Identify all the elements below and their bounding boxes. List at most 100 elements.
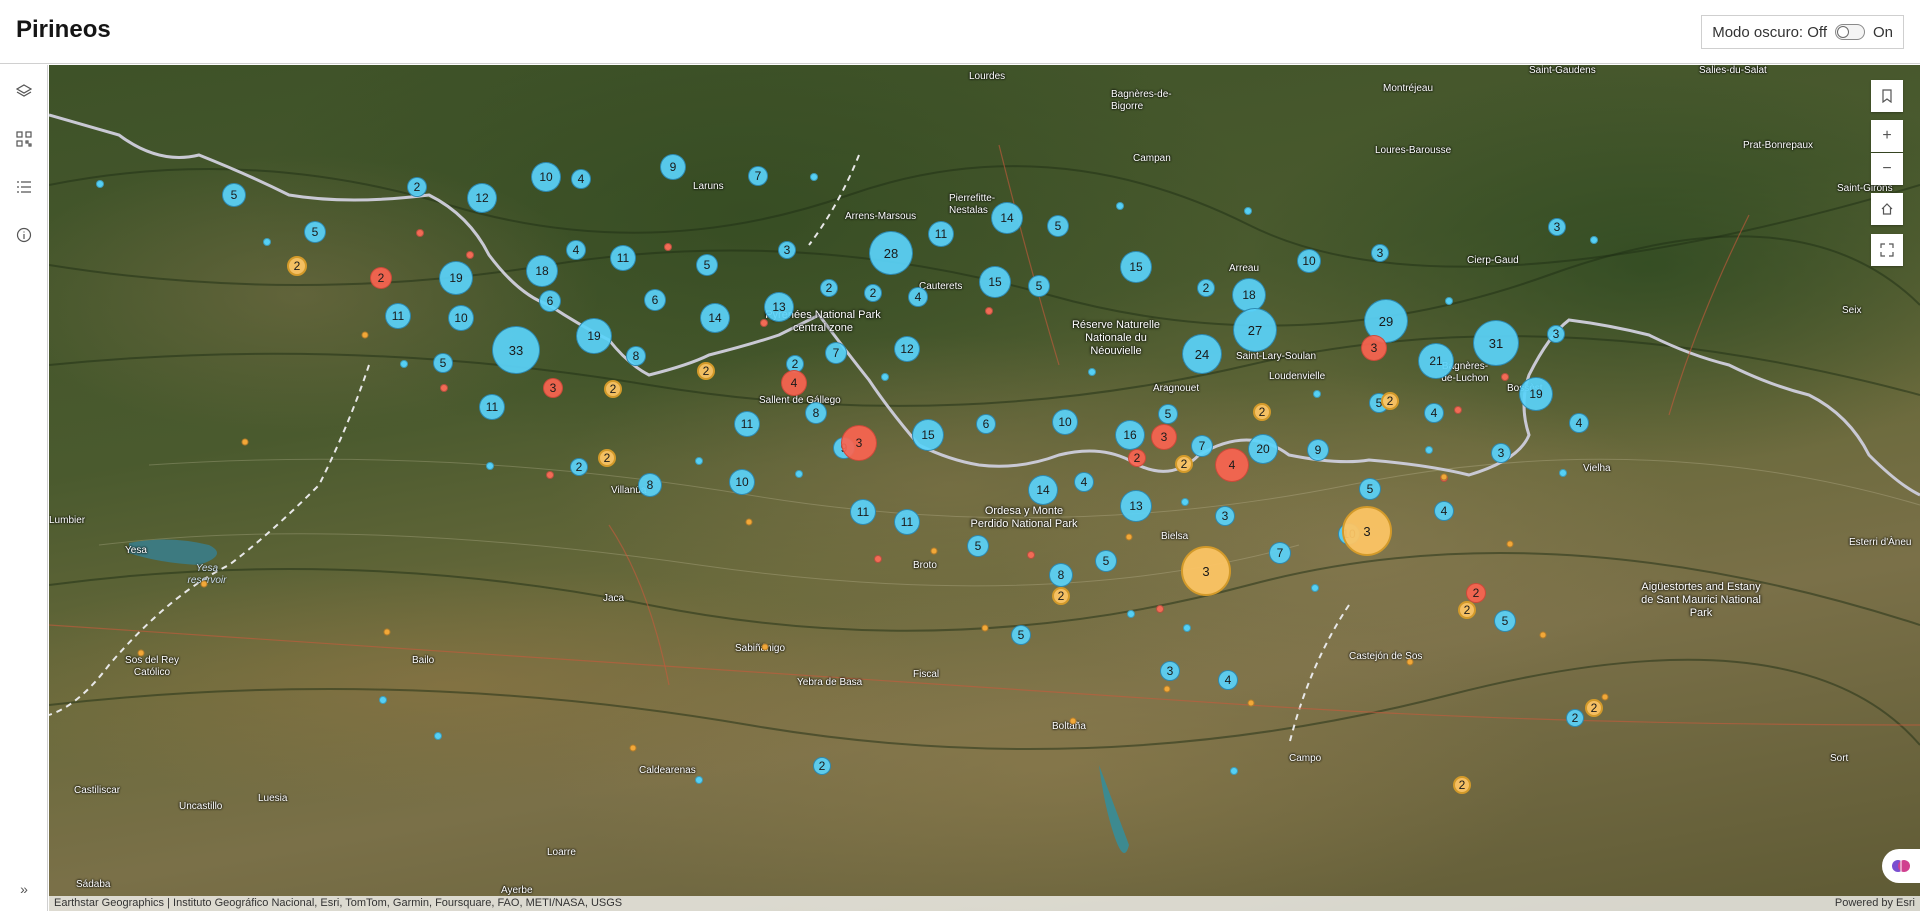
dark-mode-switch[interactable] [1834, 24, 1865, 40]
cluster-blue[interactable]: 4 [1424, 403, 1444, 423]
point-marker[interactable] [1440, 473, 1448, 481]
cluster-blue[interactable]: 14 [1028, 475, 1058, 505]
cluster-blue[interactable]: 5 [1028, 275, 1050, 297]
point-marker[interactable] [1181, 498, 1189, 506]
cluster-blue[interactable]: 5 [1158, 404, 1178, 424]
point-marker[interactable] [1183, 624, 1191, 632]
cluster-blue[interactable]: 3 [1215, 506, 1235, 526]
cluster-blue[interactable]: 2 [864, 284, 882, 302]
cluster-blue[interactable]: 10 [729, 469, 755, 495]
cluster-blue[interactable]: 10 [448, 305, 474, 331]
point-marker[interactable] [440, 384, 448, 392]
cluster-blue[interactable]: 5 [304, 221, 326, 243]
cluster-red[interactable]: 3 [1361, 335, 1387, 361]
cluster-blue[interactable]: 3 [1548, 218, 1566, 236]
point-marker[interactable] [400, 360, 408, 368]
cluster-blue[interactable]: 33 [492, 326, 540, 374]
point-marker[interactable] [1454, 406, 1462, 414]
point-marker[interactable] [416, 229, 424, 237]
cluster-blue[interactable]: 10 [1052, 409, 1078, 435]
point-marker[interactable] [1601, 693, 1609, 701]
cluster-blue[interactable]: 4 [1434, 501, 1454, 521]
point-marker[interactable] [760, 319, 768, 327]
point-marker[interactable] [1406, 658, 1414, 666]
cluster-blue[interactable]: 3 [778, 241, 796, 259]
point-marker[interactable] [745, 518, 753, 526]
cluster-red[interactable]: 2 [370, 267, 392, 289]
cluster-blue[interactable]: 12 [467, 183, 497, 213]
home-icon[interactable] [1871, 193, 1903, 225]
cluster-blue[interactable]: 11 [928, 221, 954, 247]
cluster-blue[interactable]: 4 [1074, 472, 1094, 492]
zoom-in-button[interactable]: + [1871, 120, 1903, 152]
cluster-blue[interactable]: 5 [1359, 478, 1381, 500]
point-marker[interactable] [1559, 469, 1567, 477]
cluster-red[interactable]: 4 [1215, 448, 1249, 482]
point-marker[interactable] [1590, 236, 1598, 244]
point-marker[interactable] [1163, 685, 1171, 693]
cluster-yellow[interactable]: 2 [1052, 587, 1070, 605]
cluster-blue[interactable]: 3 [1160, 661, 1180, 681]
cluster-blue[interactable]: 4 [566, 240, 586, 260]
cluster-blue[interactable]: 3 [1491, 443, 1511, 463]
cluster-red[interactable]: 2 [1466, 583, 1486, 603]
map-view[interactable]: Lourdes Bagnères-de-Bigorre Montréjeau S… [49, 65, 1920, 911]
cluster-blue[interactable]: 5 [1047, 215, 1069, 237]
point-marker[interactable] [1116, 202, 1124, 210]
cluster-blue[interactable]: 3 [1547, 325, 1565, 343]
point-marker[interactable] [1230, 767, 1238, 775]
list-icon[interactable] [8, 171, 40, 203]
point-marker[interactable] [874, 555, 882, 563]
cluster-blue[interactable]: 5 [967, 535, 989, 557]
cluster-blue[interactable]: 5 [1095, 550, 1117, 572]
cluster-blue[interactable]: 5 [433, 353, 453, 373]
cluster-blue[interactable]: 5 [1011, 625, 1031, 645]
point-marker[interactable] [981, 624, 989, 632]
point-marker[interactable] [1088, 368, 1096, 376]
cluster-blue[interactable]: 12 [894, 336, 920, 362]
point-marker[interactable] [695, 457, 703, 465]
cluster-blue[interactable]: 18 [526, 255, 558, 287]
point-marker[interactable] [664, 243, 672, 251]
point-marker[interactable] [985, 307, 993, 315]
cluster-blue[interactable]: 7 [1191, 435, 1213, 457]
cluster-yellow[interactable]: 2 [1585, 699, 1603, 717]
cluster-blue[interactable]: 4 [1569, 413, 1589, 433]
cluster-blue[interactable]: 9 [1307, 439, 1329, 461]
cluster-blue[interactable]: 31 [1473, 320, 1519, 366]
layers-icon[interactable] [8, 75, 40, 107]
cluster-blue[interactable]: 7 [748, 166, 768, 186]
point-marker[interactable] [761, 643, 769, 651]
point-marker[interactable] [486, 462, 494, 470]
point-marker[interactable] [1069, 717, 1077, 725]
cluster-yellow[interactable]: 2 [697, 362, 715, 380]
bookmark-icon[interactable] [1871, 80, 1903, 112]
cluster-blue[interactable]: 15 [979, 266, 1011, 298]
point-marker[interactable] [241, 438, 249, 446]
cluster-blue[interactable]: 2 [820, 279, 838, 297]
cluster-blue[interactable]: 14 [700, 303, 730, 333]
cluster-yellow[interactable]: 3 [1181, 546, 1231, 596]
cluster-blue[interactable]: 7 [825, 342, 847, 364]
cluster-red[interactable]: 2 [1128, 449, 1146, 467]
cluster-blue[interactable]: 13 [764, 292, 794, 322]
cluster-blue[interactable]: 5 [222, 183, 246, 207]
powered-by-esri[interactable]: Powered by Esri [1835, 896, 1915, 911]
point-marker[interactable] [1445, 297, 1453, 305]
point-marker[interactable] [1156, 605, 1164, 613]
double-chevron-right-icon[interactable]: » [8, 873, 40, 905]
cluster-blue[interactable]: 24 [1182, 334, 1222, 374]
point-marker[interactable] [379, 696, 387, 704]
cluster-blue[interactable]: 3 [1371, 244, 1389, 262]
cluster-blue[interactable]: 18 [1232, 278, 1266, 312]
cluster-blue[interactable]: 6 [976, 414, 996, 434]
point-marker[interactable] [629, 744, 637, 752]
point-marker[interactable] [1313, 390, 1321, 398]
cluster-blue[interactable]: 9 [660, 154, 686, 180]
cluster-blue[interactable]: 8 [626, 346, 646, 366]
cluster-blue[interactable]: 11 [479, 394, 505, 420]
zoom-out-button[interactable]: − [1871, 153, 1903, 185]
cluster-blue[interactable]: 4 [571, 169, 591, 189]
cluster-blue[interactable]: 5 [1494, 610, 1516, 632]
cluster-blue[interactable]: 2 [407, 177, 427, 197]
